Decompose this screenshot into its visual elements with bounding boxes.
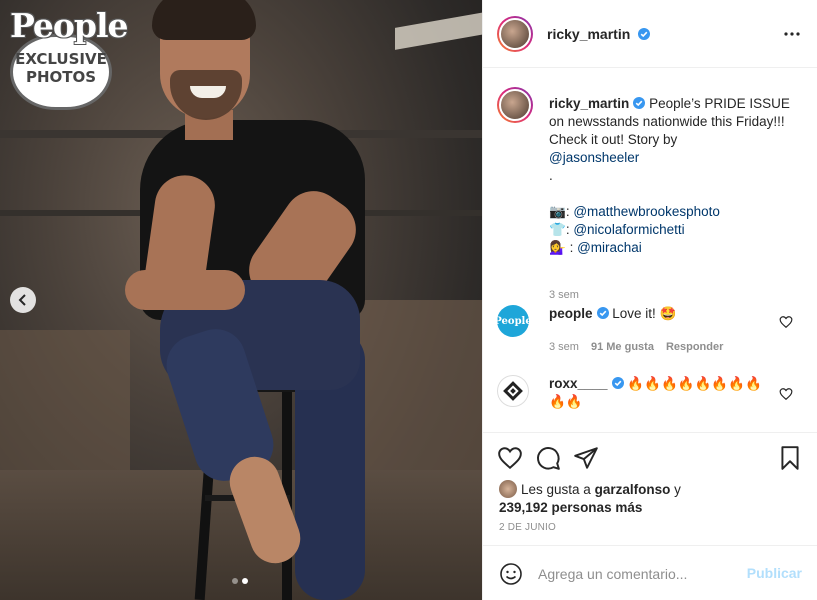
- post-date[interactable]: 2 DE JUNIO: [499, 522, 556, 533]
- caption-time[interactable]: 3 sem: [549, 289, 579, 301]
- comment-bubble-icon[interactable]: [535, 445, 561, 471]
- background-wall: [360, 300, 482, 480]
- caption-dot: .: [549, 168, 553, 183]
- comment-text: roxx____ 🔥🔥🔥🔥🔥🔥🔥🔥🔥🔥: [549, 375, 764, 411]
- likes-joiner: y: [674, 482, 681, 497]
- save-bookmark-icon[interactable]: [777, 445, 803, 471]
- likes-count[interactable]: 239,192 personas más: [499, 500, 642, 515]
- badge-text: EXCLUSIVE PHOTOS: [12, 50, 110, 86]
- commenter-username[interactable]: roxx____: [549, 376, 608, 391]
- credit-emoji: 💁‍♀️: [549, 240, 566, 255]
- carousel-dot-active: [242, 578, 248, 584]
- credit-separator: :: [565, 222, 570, 237]
- post-actions: [483, 432, 817, 484]
- verified-badge-icon: [638, 27, 651, 40]
- credit-separator: :: [565, 204, 570, 219]
- mention-link[interactable]: @jasonsheeler: [549, 150, 639, 165]
- mention-link[interactable]: @matthewbrookesphoto: [573, 204, 720, 219]
- commenter-avatar-text: People: [494, 315, 532, 327]
- carousel-dot: [232, 578, 238, 584]
- commenter-username[interactable]: people: [549, 306, 593, 321]
- background-light: [395, 12, 482, 50]
- background-wall: [0, 330, 130, 480]
- credit-emoji: 📷: [549, 204, 566, 219]
- badge-line: PHOTOS: [25, 68, 97, 86]
- badge-logo: People: [10, 6, 129, 45]
- post-dialog: People EXCLUSIVE PHOTOS ricky_martin ric…: [0, 0, 817, 600]
- verified-badge-icon: [596, 307, 609, 319]
- likes-prefix: Les gusta a: [521, 482, 591, 497]
- emoji-smiley-icon[interactable]: [499, 562, 523, 586]
- caption-avatar[interactable]: [497, 87, 533, 123]
- like-heart-icon[interactable]: [497, 445, 523, 471]
- people-exclusive-badge: People EXCLUSIVE PHOTOS: [8, 6, 129, 110]
- post-photo[interactable]: People EXCLUSIVE PHOTOS: [0, 0, 482, 600]
- badge-line: EXCLUSIVE: [15, 50, 107, 68]
- comments-list[interactable]: ricky_martin People’s PRIDE ISSUE on new…: [483, 69, 817, 432]
- carousel-indicator: [232, 578, 248, 584]
- diamond-logo-icon: [503, 381, 523, 401]
- figure-hair: [152, 0, 256, 40]
- add-comment-bar: Publicar: [483, 545, 817, 600]
- more-options-button[interactable]: [782, 24, 802, 44]
- author-username[interactable]: ricky_martin: [547, 26, 651, 42]
- liker-avatar[interactable]: [499, 480, 517, 498]
- comment-text: people Love it! 🤩: [549, 305, 764, 323]
- comment-like-icon[interactable]: [779, 315, 793, 329]
- comment-body: Love it! 🤩: [612, 306, 677, 321]
- likes-summary: Les gusta a garzalfonso y 239,192 person…: [499, 480, 799, 517]
- post-panel: ricky_martin ricky_martin People’s PRIDE…: [482, 0, 817, 600]
- reply-button[interactable]: Responder: [666, 341, 723, 353]
- comment-likes[interactable]: 91 Me gusta: [591, 341, 654, 353]
- author-avatar[interactable]: [497, 15, 533, 52]
- mention-link[interactable]: @nicolaformichetti: [573, 222, 684, 237]
- liker-username[interactable]: garzalfonso: [595, 482, 671, 497]
- verified-badge-icon: [611, 377, 624, 389]
- publish-button[interactable]: Publicar: [747, 565, 802, 581]
- comment-input[interactable]: [538, 563, 738, 585]
- chevron-left-icon: [18, 294, 26, 306]
- credit-emoji: 👕: [549, 222, 566, 237]
- verified-badge-icon: [633, 97, 646, 109]
- author-username-text[interactable]: ricky_martin: [547, 26, 630, 42]
- share-paper-plane-icon[interactable]: [573, 445, 599, 471]
- credit-separator: :: [565, 240, 578, 255]
- caption-text: ricky_martin People’s PRIDE ISSUE on new…: [549, 95, 804, 257]
- comment-like-icon[interactable]: [779, 387, 793, 401]
- caption-username[interactable]: ricky_martin: [549, 96, 629, 111]
- commenter-avatar[interactable]: People: [494, 305, 532, 337]
- figure-hands: [125, 270, 245, 310]
- commenter-avatar[interactable]: [497, 375, 529, 407]
- more-horizontal-icon: [784, 32, 800, 36]
- comment-meta: 3 sem 91 Me gusta Responder: [549, 341, 723, 353]
- post-header: ricky_martin: [483, 0, 817, 68]
- carousel-prev-button[interactable]: [10, 287, 36, 313]
- comment-time[interactable]: 3 sem: [549, 341, 579, 353]
- mention-link[interactable]: @mirachai: [577, 240, 642, 255]
